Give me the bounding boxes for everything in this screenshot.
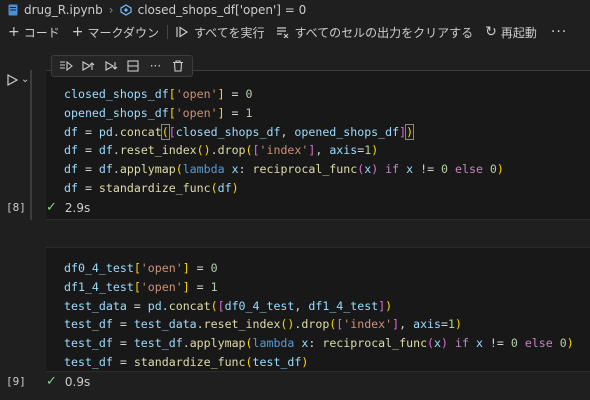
execution-count: [8] xyxy=(6,201,26,214)
code-line: df = pd.concat([closed_shops_df, opened_… xyxy=(64,123,415,140)
notebook-toolbar: + コード + マークダウン すべてを実行 すべてのセルの出力をクリアする ↻ … xyxy=(0,20,590,44)
breadcrumb: drug_R.ipynb › closed_shops_df['open'] =… xyxy=(0,0,590,20)
chevron-right-icon: › xyxy=(108,3,114,17)
restart-label: 再起動 xyxy=(500,25,537,40)
symbol-class-icon xyxy=(119,4,132,16)
run-by-line-icon[interactable] xyxy=(58,58,74,74)
run-all-button[interactable]: すべてを実行 xyxy=(170,24,270,41)
add-code-button[interactable]: + コード xyxy=(2,24,66,41)
code-line: df0_4_test['open'] = 0 xyxy=(64,261,218,275)
code-line: df = df.applymap(lambda x: reciprocal_fu… xyxy=(64,162,504,177)
code-line: test_df = test_data.reset_index().drop([… xyxy=(64,317,462,332)
execution-duration: 2.9s xyxy=(64,200,91,215)
execute-below-icon[interactable] xyxy=(103,58,119,74)
cell-source[interactable]: df0_4_test['open'] = 0 df1_4_test['open'… xyxy=(64,259,574,372)
delete-icon[interactable] xyxy=(170,58,186,74)
execution-duration: 0.9s xyxy=(64,374,91,389)
add-code-label: コード xyxy=(23,25,60,40)
code-line: closed_shops_df['open'] = 0 xyxy=(64,87,253,101)
add-markdown-button[interactable]: + マークダウン xyxy=(66,24,165,41)
more-actions-button[interactable]: ··· xyxy=(543,24,575,40)
plus-icon: + xyxy=(71,24,84,40)
clear-outputs-button[interactable]: すべてのセルの出力をクリアする xyxy=(270,24,479,41)
code-line: test_data = pd.concat([df0_4_test, df1_4… xyxy=(64,298,393,313)
execute-above-icon[interactable] xyxy=(80,58,96,74)
execution-status: ✓ 2.9s xyxy=(46,200,90,215)
run-all-label: すべてを実行 xyxy=(194,25,265,40)
code-cell[interactable]: df0_4_test['open'] = 0 df1_4_test['open'… xyxy=(46,247,590,372)
chevron-down-icon[interactable]: ⌄ xyxy=(21,74,29,85)
restart-button[interactable]: ↻ 再起動 xyxy=(479,24,543,41)
code-line: test_df = test_df.applymap(lambda x: rec… xyxy=(64,336,574,351)
run-cell-icon[interactable] xyxy=(5,73,19,87)
split-cell-icon[interactable] xyxy=(125,58,141,74)
breadcrumb-symbol[interactable]: closed_shops_df['open'] = 0 xyxy=(138,3,307,17)
code-line: test_df = standardize_func(test_df) xyxy=(64,354,309,369)
cell-focus-indicator xyxy=(30,70,32,220)
run-all-icon xyxy=(176,26,189,38)
code-line: opened_shops_df['open'] = 1 xyxy=(64,105,253,120)
toolbar-divider xyxy=(167,25,169,39)
cell-toolbar: ··· xyxy=(51,55,193,77)
check-icon: ✓ xyxy=(46,200,57,215)
restart-icon: ↻ xyxy=(485,24,497,40)
check-icon: ✓ xyxy=(46,374,57,389)
add-markdown-label: マークダウン xyxy=(87,25,160,40)
code-line: df = standardize_func(df) xyxy=(64,180,239,195)
more-icon[interactable]: ··· xyxy=(147,58,163,74)
notebook-file-icon xyxy=(8,4,18,16)
code-line: df = df.reset_index().drop(['index'], ax… xyxy=(64,143,379,158)
clear-all-icon xyxy=(277,27,289,38)
cell-source[interactable]: closed_shops_df['open'] = 0 opened_shops… xyxy=(64,85,504,198)
execution-count: [9] xyxy=(6,375,26,388)
code-cell[interactable]: closed_shops_df['open'] = 0 opened_shops… xyxy=(46,70,590,220)
code-line: df1_4_test['open'] = 1 xyxy=(64,279,218,294)
execution-status: ✓ 0.9s xyxy=(46,374,90,389)
plus-icon: + xyxy=(8,24,20,40)
breadcrumb-file[interactable]: drug_R.ipynb xyxy=(24,3,103,17)
clear-outputs-label: すべてのセルの出力をクリアする xyxy=(294,25,474,40)
